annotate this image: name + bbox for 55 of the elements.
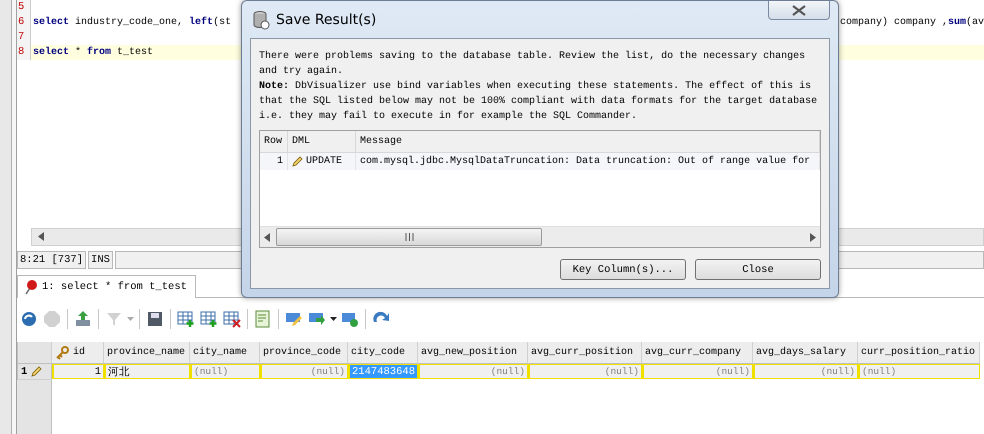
dialog-button[interactable]: Key Column(s)... — [560, 259, 686, 280]
cursor-position: 8:21 [737] — [17, 251, 86, 269]
scroll-left-icon[interactable] — [264, 232, 270, 242]
line-number: 6 — [17, 15, 31, 30]
dialog-message: Note: DbVisualizer use bind variables when executing these statements. The effect of this is that the SQL listed below may not be 100% compliant with data formats for the target database i.e. they may fail to execute in for example the SQL Commander. — [259, 80, 818, 124]
close-icon — [792, 4, 806, 16]
insert-mode: INS — [88, 251, 113, 269]
column-header[interactable]: curr_position_ratio — [858, 342, 980, 364]
line-number: 5 — [17, 0, 31, 15]
column-header[interactable]: DML — [288, 131, 356, 153]
scroll-left-icon[interactable] — [38, 232, 44, 241]
column-header[interactable]: city_code — [348, 342, 418, 364]
refresh-icon[interactable] — [19, 309, 39, 329]
column-header[interactable]: avg_curr_company — [642, 342, 753, 364]
column-header[interactable]: Row — [260, 131, 288, 153]
code-line: select industry_code_one, left(st — [33, 17, 232, 28]
table-cell: 1 — [260, 153, 288, 170]
column-header[interactable]: avg_curr_position — [528, 342, 642, 364]
code-line: company) company ,sum(av — [840, 17, 984, 28]
grip-icon — [404, 233, 414, 241]
dialog-title: Save Result(s) — [276, 12, 378, 28]
column-header[interactable]: city_name — [190, 342, 260, 364]
pin-icon — [24, 279, 38, 295]
add-row-icon[interactable] — [176, 309, 196, 329]
scroll-thumb[interactable] — [276, 228, 542, 246]
database-icon — [252, 10, 270, 30]
column-header[interactable]: avg_days_salary — [753, 342, 858, 364]
column-header[interactable]: avg_new_position — [418, 342, 528, 364]
row-number-header[interactable]: 1 — [18, 364, 52, 380]
table-cell[interactable]: 河北 — [104, 364, 190, 379]
column-header[interactable]: id — [52, 342, 104, 364]
dropdown-caret-icon[interactable] — [330, 317, 337, 321]
export-icon[interactable] — [73, 309, 93, 329]
line-number: 8 — [17, 45, 31, 60]
table-cell: UPDATE — [288, 153, 356, 170]
window-close-button[interactable] — [768, 1, 830, 20]
key-icon — [55, 346, 69, 360]
grid-corner — [18, 342, 52, 364]
code-line: select * from t_test — [33, 47, 154, 58]
line-number: 7 — [17, 30, 31, 45]
pencil-icon — [31, 366, 42, 377]
column-header[interactable]: province_code — [260, 342, 348, 364]
dialog-button[interactable]: Close — [695, 259, 821, 280]
column-header[interactable]: Message — [356, 131, 820, 153]
dialog-message: There were problems saving to the database table. Review the list, do the necessary changes and try again. — [259, 50, 806, 79]
column-header[interactable]: province_name — [104, 342, 190, 364]
pencil-icon — [292, 156, 303, 167]
copy-row-icon[interactable] — [199, 309, 219, 329]
scroll-right-icon[interactable] — [810, 232, 816, 242]
delete-row-icon[interactable] — [222, 309, 242, 329]
save-icon[interactable] — [145, 309, 165, 329]
table-cell: com.mysql.jdbc.MysqlDataTruncation: Data truncation: Out of range value for — [356, 153, 820, 170]
result-tab[interactable]: 1: select * from t_test — [17, 275, 196, 298]
table-cell[interactable]: 1 — [52, 364, 104, 379]
horizontal-scrollbar[interactable] — [260, 226, 820, 247]
